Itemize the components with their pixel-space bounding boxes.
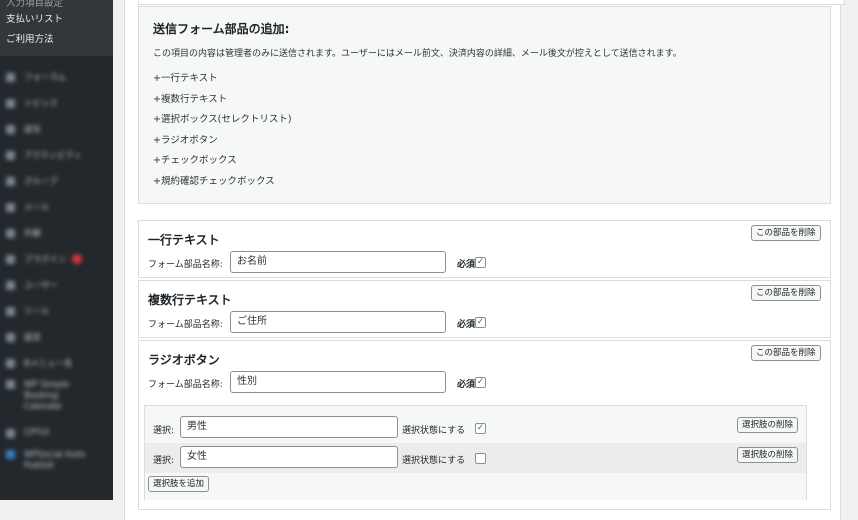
social-icon bbox=[6, 450, 15, 459]
menu-item-booking-calendar[interactable]: WP Simple Booking Calendar bbox=[0, 376, 113, 420]
form-part-single-line: 一行テキスト この部品を削除 フォーム部品名称: お名前 必須 ✓ bbox=[138, 220, 831, 278]
choice-row: 選択: 女性 選択状態にする 選択肢の削除 bbox=[145, 443, 806, 473]
part-title: 一行テキスト bbox=[148, 233, 220, 247]
required-checkbox[interactable]: ✓ bbox=[475, 377, 486, 388]
select-state-checkbox[interactable]: ✓ bbox=[475, 423, 486, 434]
required-checkbox[interactable]: ✓ bbox=[475, 317, 486, 328]
admin-sidebar: 入力項目設定 支払いリスト ご利用方法 フォーラム トピック 返信 アクティビテ… bbox=[0, 0, 113, 500]
menu-icon bbox=[6, 358, 15, 368]
choice-row: 選択: 男性 選択状態にする ✓ 選択肢の削除 bbox=[145, 413, 806, 443]
mail-icon bbox=[6, 202, 15, 212]
required-label: 必須 bbox=[457, 380, 476, 390]
select-state-checkbox[interactable] bbox=[475, 453, 486, 464]
menu-item-plugins[interactable]: プラグイン bbox=[0, 246, 113, 272]
part-title: 複数行テキスト bbox=[148, 293, 232, 307]
menu-item-topic[interactable]: トピック bbox=[0, 90, 113, 116]
menu-label: アクティビティ bbox=[24, 151, 83, 161]
add-part-single-line[interactable]: +一行テキスト bbox=[153, 69, 292, 90]
add-form-parts-box: 送信フォーム部品の追加: この項目の内容は管理者のみに送信されます。ユーザーには… bbox=[138, 6, 831, 204]
delete-choice-button[interactable]: 選択肢の削除 bbox=[737, 417, 799, 433]
required-checkbox[interactable]: ✓ bbox=[475, 257, 486, 268]
add-parts-list: +一行テキスト +複数行テキスト +選択ボックス(セレクトリスト) +ラジオボタ… bbox=[153, 69, 292, 193]
add-part-select[interactable]: +選択ボックス(セレクトリスト) bbox=[153, 110, 292, 131]
settings-icon bbox=[6, 332, 15, 342]
menu-item-b-menu[interactable]: Bメニュー名 bbox=[0, 350, 113, 376]
choice-label: 選択: bbox=[153, 456, 175, 466]
wrench-icon bbox=[6, 306, 15, 316]
submenu-item-input-settings[interactable]: 入力項目設定 bbox=[0, 0, 113, 10]
add-parts-title: 送信フォーム部品の追加: bbox=[153, 22, 290, 36]
groups-icon bbox=[6, 176, 15, 186]
previous-section-edge bbox=[138, 0, 845, 5]
add-parts-description: この項目の内容は管理者のみに送信されます。ユーザーにはメール前文、決済内容の詳細… bbox=[153, 49, 682, 59]
menu-label: 外観 bbox=[24, 229, 42, 239]
menu-label: ユーザー bbox=[24, 281, 58, 291]
plugin-icon bbox=[6, 254, 15, 264]
radio-choices-box: 選択: 男性 選択状態にする ✓ 選択肢の削除 選択: 女性 選択状態にする 選… bbox=[144, 405, 807, 500]
choice-value-input[interactable]: 女性 bbox=[180, 446, 398, 468]
menu-item-cptui[interactable]: CPTUI bbox=[0, 420, 113, 446]
submenu: 入力項目設定 支払いリスト ご利用方法 bbox=[0, 0, 113, 56]
menu-label: WPSocial Auto Publish bbox=[24, 450, 86, 471]
main-content: 送信フォーム部品の追加: この項目の内容は管理者のみに送信されます。ユーザーには… bbox=[113, 0, 858, 520]
menu-label: 返信 bbox=[24, 125, 42, 135]
submenu-item-payment-list[interactable]: 支払いリスト bbox=[0, 10, 113, 30]
calendar-icon bbox=[6, 380, 15, 389]
menu-item-appearance[interactable]: 外観 bbox=[0, 220, 113, 246]
add-part-radio[interactable]: +ラジオボタン bbox=[153, 131, 292, 152]
reply-icon bbox=[6, 124, 15, 134]
select-state-label: 選択状態にする bbox=[402, 456, 466, 466]
menu-item-reply[interactable]: 返信 bbox=[0, 116, 113, 142]
select-state-label: 選択状態にする bbox=[402, 426, 466, 436]
part-name-label: フォーム部品名称: bbox=[148, 380, 223, 390]
form-part-multi-line: 複数行テキスト この部品を削除 フォーム部品名称: ご住所 必須 ✓ bbox=[138, 280, 831, 338]
choice-value-input[interactable]: 男性 bbox=[180, 416, 398, 438]
topic-icon bbox=[6, 98, 15, 108]
brush-icon bbox=[6, 228, 15, 238]
add-part-checkbox[interactable]: +チェックボックス bbox=[153, 151, 292, 172]
part-name-label: フォーム部品名称: bbox=[148, 320, 223, 330]
menu-label: トピック bbox=[24, 99, 59, 109]
update-badge bbox=[71, 254, 82, 264]
menu-label: フォーラム bbox=[24, 73, 67, 83]
delete-part-button[interactable]: この部品を削除 bbox=[751, 225, 821, 241]
delete-choice-button[interactable]: 選択肢の削除 bbox=[737, 447, 799, 463]
delete-part-button[interactable]: この部品を削除 bbox=[751, 285, 821, 301]
menu-item-settings[interactable]: 設定 bbox=[0, 324, 113, 350]
cptui-icon bbox=[6, 428, 15, 438]
add-part-terms-checkbox[interactable]: +規約確認チェックボックス bbox=[153, 172, 292, 193]
choice-label: 選択: bbox=[153, 426, 175, 436]
menu-item-tools[interactable]: ツール bbox=[0, 298, 113, 324]
menu-label: ツール bbox=[24, 307, 50, 317]
submenu-item-usage[interactable]: ご利用方法 bbox=[0, 30, 113, 50]
add-choice-button[interactable]: 選択肢を追加 bbox=[148, 476, 210, 492]
delete-part-button[interactable]: この部品を削除 bbox=[751, 345, 821, 361]
part-name-input[interactable]: ご住所 bbox=[230, 311, 446, 333]
settings-panel: 送信フォーム部品の追加: この項目の内容は管理者のみに送信されます。ユーザーには… bbox=[124, 0, 845, 520]
part-name-input[interactable]: お名前 bbox=[230, 251, 446, 273]
required-label: 必須 bbox=[457, 320, 476, 330]
menu-label: Bメニュー名 bbox=[24, 359, 73, 369]
admin-menu: フォーラム トピック 返信 アクティビティ グループ メール 外観 プラグイン … bbox=[0, 56, 113, 490]
forum-icon bbox=[6, 72, 15, 82]
add-part-multi-line[interactable]: +複数行テキスト bbox=[153, 90, 292, 111]
menu-label: メール bbox=[24, 203, 50, 213]
user-icon bbox=[6, 280, 15, 290]
menu-item-social-auto-publish[interactable]: WPSocial Auto Publish bbox=[0, 446, 113, 490]
part-title: ラジオボタン bbox=[148, 353, 220, 367]
menu-label: 設定 bbox=[24, 333, 42, 343]
activity-icon bbox=[6, 150, 15, 160]
menu-item-groups[interactable]: グループ bbox=[0, 168, 113, 194]
menu-item-users[interactable]: ユーザー bbox=[0, 272, 113, 298]
menu-item-activity[interactable]: アクティビティ bbox=[0, 142, 113, 168]
part-name-label: フォーム部品名称: bbox=[148, 260, 223, 270]
menu-item-forum[interactable]: フォーラム bbox=[0, 64, 113, 90]
menu-label: グループ bbox=[24, 177, 58, 187]
menu-label: WP Simple Booking Calendar bbox=[24, 380, 70, 412]
menu-item-mail[interactable]: メール bbox=[0, 194, 113, 220]
menu-label: CPTUI bbox=[24, 428, 49, 438]
menu-label: プラグイン bbox=[24, 255, 67, 265]
required-label: 必須 bbox=[457, 260, 476, 270]
part-name-input[interactable]: 性別 bbox=[230, 371, 446, 393]
